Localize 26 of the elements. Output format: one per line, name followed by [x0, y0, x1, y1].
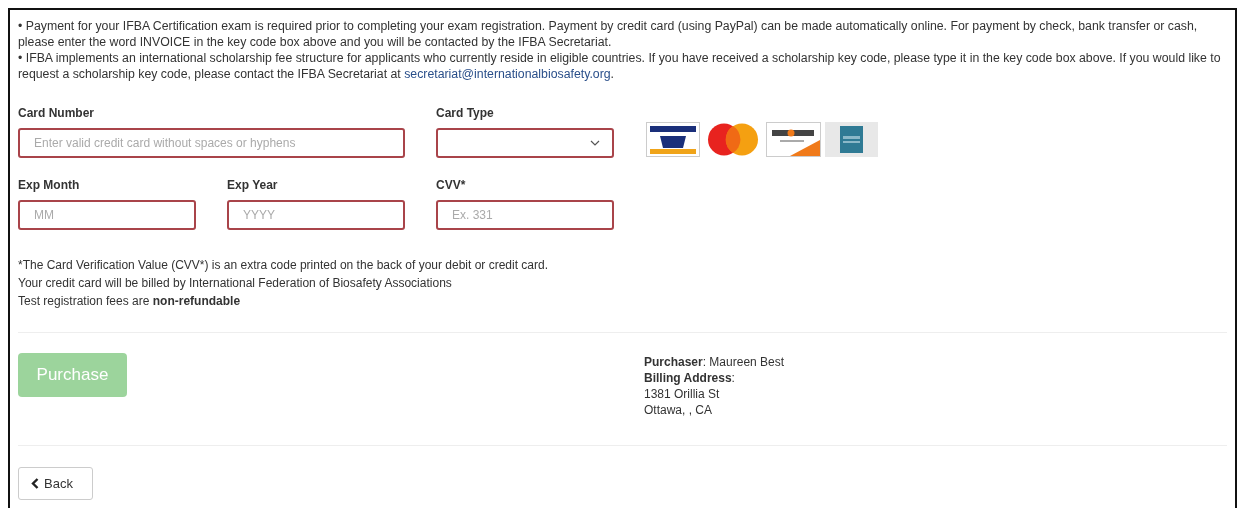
fine-print: Your credit card will be billed by International Federation of Biosafety Associations	[18, 275, 453, 292]
card-type-dropdown[interactable]	[436, 128, 614, 158]
card-icon	[825, 122, 878, 157]
email-link[interactable]: secretariat@internationalbiosafety.org	[404, 67, 611, 81]
purchaser-detail: Billing Address:	[644, 370, 736, 386]
purchaser-detail: Ottawa, , CA	[644, 402, 714, 418]
field-label: Card Number	[18, 106, 95, 120]
info-paragraph: • Payment for your IFBA Certification exam is required prior to completing your exam registration. Payment by credit card (using PayPal) can be made automatically online. For payment by check, bank transfer or cash, please enter the word INVOICE in the key code box above and you will be contacted by the IFBA Secretariat.	[18, 18, 1199, 50]
purchaser-detail: Purchaser: Maureen Best	[644, 354, 785, 370]
card-icon	[646, 122, 700, 157]
info-paragraph: • IFBA implements an international scholarship fee structure for applicants who currently reside in eligible countries. If you have received a scholarship key code, please type it in the key code box above. If you would like to request a scholarship key code, please contact the IFBA Secretariat at secretariat@internationalbiosafety.org.	[18, 50, 1222, 82]
input-field[interactable]: MM	[18, 200, 196, 230]
chevron-left-icon	[31, 478, 39, 489]
input-field[interactable]: YYYY	[227, 200, 405, 230]
input-field[interactable]: Ex. 331	[436, 200, 614, 230]
field-label: Exp Year	[227, 178, 279, 192]
chevron-down-icon	[590, 140, 600, 146]
input-field[interactable]: Enter valid credit card without spaces or hyphens	[18, 128, 405, 158]
card-icon	[766, 122, 821, 157]
fine-print: *The Card Verification Value (CVV*) is an extra code printed on the back of your debit or credit card.	[18, 257, 550, 274]
field-label: Card Type	[436, 106, 495, 120]
back-button[interactable]: Back	[18, 467, 93, 500]
purchaser-detail: 1381 Orillia St	[644, 386, 721, 402]
field-label: Exp Month	[18, 178, 81, 192]
field-label: CVV*	[436, 178, 467, 192]
fine-print: Test registration fees are non-refundable	[18, 293, 242, 310]
